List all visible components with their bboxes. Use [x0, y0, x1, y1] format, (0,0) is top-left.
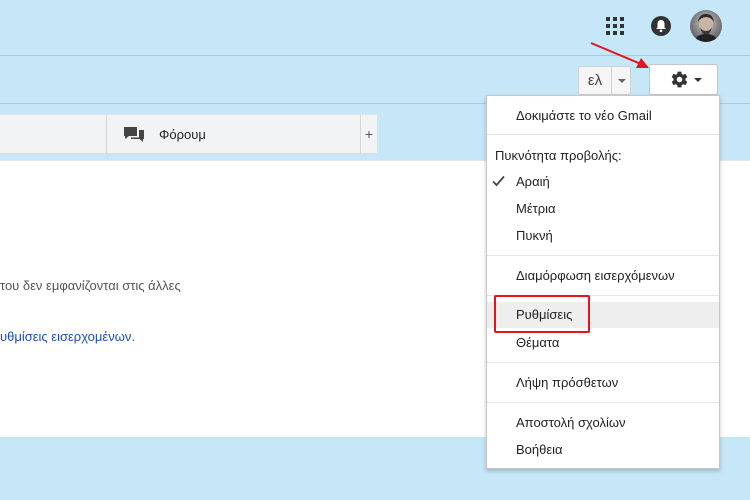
check-icon	[492, 175, 505, 187]
density-option-label: Αραιή	[516, 174, 550, 189]
gear-icon	[671, 71, 688, 88]
menu-item-density-compact[interactable]: Πυκνή	[487, 223, 719, 249]
red-arrow-annotation	[590, 42, 649, 68]
settings-highlight-annotation	[494, 295, 590, 333]
inbox-settings-link[interactable]: υθμίσεις εισερχομένων.	[0, 329, 135, 344]
apps-grid-icon[interactable]	[606, 17, 624, 35]
menu-item-density-comfortable[interactable]: Αραιή	[487, 169, 719, 195]
menu-item-get-addons[interactable]: Λήψη πρόσθετων	[487, 370, 719, 396]
display-density-heading: Πυκνότητα προβολής:	[495, 148, 622, 163]
menu-divider	[487, 134, 719, 135]
empty-state-text: του δεν εμφανίζονται στις άλλες	[0, 278, 181, 293]
add-tab-button[interactable]: +	[361, 115, 377, 154]
menu-item-density-cozy[interactable]: Μέτρια	[487, 196, 719, 222]
menu-divider	[487, 362, 719, 363]
menu-item-help[interactable]: Βοήθεια	[487, 437, 719, 463]
settings-button[interactable]	[649, 64, 718, 95]
settings-menu: Δοκιμάστε το νέο Gmail Πυκνότητα προβολή…	[486, 95, 720, 469]
menu-item-try-new-gmail[interactable]: Δοκιμάστε το νέο Gmail	[487, 103, 719, 129]
chevron-down-icon	[694, 78, 702, 82]
menu-divider	[487, 402, 719, 403]
menu-item-themes[interactable]: Θέματα	[487, 330, 719, 356]
menu-item-configure-inbox[interactable]: Διαμόρφωση εισερχόμενων	[487, 263, 719, 289]
category-tabs: Φόρουμ +	[0, 114, 377, 154]
chevron-down-icon	[618, 79, 626, 83]
menu-divider	[487, 255, 719, 256]
tab-forum[interactable]: Φόρουμ	[106, 115, 361, 154]
tab-forum-label: Φόρουμ	[159, 127, 206, 142]
bell-icon[interactable]	[651, 16, 671, 36]
chat-bubbles-icon	[124, 127, 144, 142]
avatar[interactable]	[690, 10, 722, 42]
menu-item-send-feedback[interactable]: Αποστολή σχολίων	[487, 410, 719, 436]
language-label: ελ	[587, 72, 603, 89]
